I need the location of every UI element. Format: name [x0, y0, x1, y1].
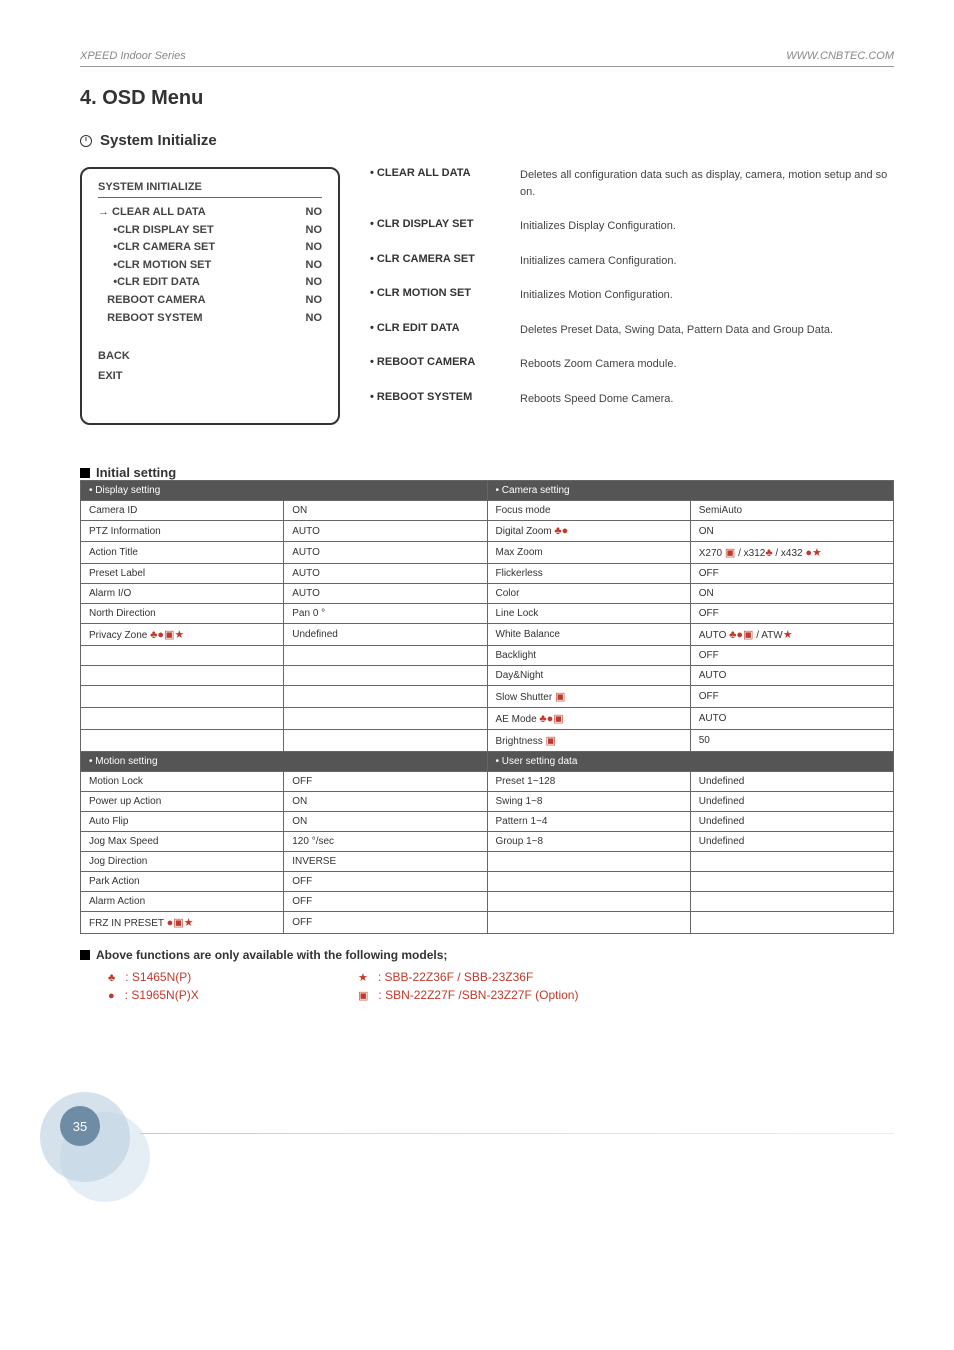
table-row: Alarm ActionOFF — [81, 892, 894, 912]
osd-item: •CLR DISPLAY SETNO — [98, 222, 322, 240]
table-row: FRZ IN PRESET ●▣★OFF — [81, 912, 894, 934]
table-row: Auto FlipONPattern 1~4Undefined — [81, 812, 894, 832]
table-row: BacklightOFF — [81, 646, 894, 666]
osd-back: BACK — [98, 347, 322, 367]
table-row: Camera IDONFocus modeSemiAuto — [81, 501, 894, 521]
initial-setting-title: Initial setting — [80, 465, 894, 480]
page-footer: 35 — [80, 1092, 894, 1152]
description-row: • CLR MOTION SETInitializes Motion Confi… — [370, 287, 894, 304]
header-right: WWW.CNBTEC.COM — [786, 50, 894, 62]
description-row: • CLEAR ALL DATADeletes all configuratio… — [370, 167, 894, 200]
page-number: 35 — [60, 1106, 100, 1146]
table-row: Power up ActionONSwing 1~8Undefined — [81, 792, 894, 812]
table-row: Action TitleAUTOMax ZoomX270 ▣ / x312♣ /… — [81, 542, 894, 564]
table-row: Slow Shutter ▣OFF — [81, 686, 894, 708]
table-row: AE Mode ♣●▣AUTO — [81, 708, 894, 730]
section-label: System Initialize — [100, 132, 217, 149]
osd-item: → CLEAR ALL DATANO — [98, 204, 322, 222]
table-row: PTZ InformationAUTODigital Zoom ♣●ON — [81, 521, 894, 542]
initial-setting-table: • Display setting • Camera setting Camer… — [80, 480, 894, 934]
table-row: Motion LockOFFPreset 1~128Undefined — [81, 772, 894, 792]
table-row: Day&NightAUTO — [81, 666, 894, 686]
table-row: Brightness ▣50 — [81, 730, 894, 752]
table-row: Alarm I/OAUTOColorON — [81, 584, 894, 604]
osd-item: REBOOT SYSTEMNO — [98, 310, 322, 328]
clock-icon — [80, 135, 92, 147]
description-row: • CLR CAMERA SETInitializes camera Confi… — [370, 253, 894, 270]
osd-box: SYSTEM INITIALIZE → CLEAR ALL DATANO •CL… — [80, 167, 340, 425]
osd-item: •CLR CAMERA SETNO — [98, 239, 322, 257]
display-header: • Display setting — [81, 481, 488, 501]
table-row: Privacy Zone ♣●▣★UndefinedWhite BalanceA… — [81, 624, 894, 646]
table-row: Preset LabelAUTOFlickerlessOFF — [81, 564, 894, 584]
footnote-text: Above functions are only available with … — [96, 948, 447, 962]
initial-setting-label: Initial setting — [96, 465, 176, 480]
description-row: • REBOOT CAMERAReboots Zoom Camera modul… — [370, 356, 894, 373]
table-row: Park ActionOFF — [81, 872, 894, 892]
motion-header: • Motion setting — [81, 752, 488, 772]
page-title: 4. OSD Menu — [80, 87, 894, 110]
header-left: XPEED Indoor Series — [80, 50, 186, 62]
osd-item: •CLR MOTION SETNO — [98, 257, 322, 275]
footnote: Above functions are only available with … — [80, 948, 894, 962]
description-list: • CLEAR ALL DATADeletes all configuratio… — [370, 167, 894, 425]
legend-row: ♣ : S1465N(P)★ : SBB-22Z36F / SBB-23Z36F — [108, 970, 894, 984]
section-title: System Initialize — [80, 132, 894, 149]
legend-row: ● : S1965N(P)X▣ : SBN-22Z27F /SBN-23Z27F… — [108, 988, 894, 1002]
table-row: Jog Max Speed120 °/secGroup 1~8Undefined — [81, 832, 894, 852]
page-header: XPEED Indoor Series WWW.CNBTEC.COM — [80, 50, 894, 67]
osd-item: REBOOT CAMERANO — [98, 292, 322, 310]
osd-exit: EXIT — [98, 367, 322, 387]
legend: ♣ : S1465N(P)★ : SBB-22Z36F / SBB-23Z36F… — [108, 970, 894, 1002]
camera-header: • Camera setting — [487, 481, 894, 501]
osd-item: •CLR EDIT DATANO — [98, 274, 322, 292]
table-row: Jog DirectionINVERSE — [81, 852, 894, 872]
black-square-icon — [80, 468, 90, 478]
osd-box-title: SYSTEM INITIALIZE — [98, 181, 322, 198]
description-row: • CLR EDIT DATADeletes Preset Data, Swin… — [370, 322, 894, 339]
description-row: • REBOOT SYSTEMReboots Speed Dome Camera… — [370, 391, 894, 408]
user-header: • User setting data — [487, 752, 894, 772]
description-row: • CLR DISPLAY SETInitializes Display Con… — [370, 218, 894, 235]
black-square-icon — [80, 950, 90, 960]
table-row: North DirectionPan 0 °Line LockOFF — [81, 604, 894, 624]
